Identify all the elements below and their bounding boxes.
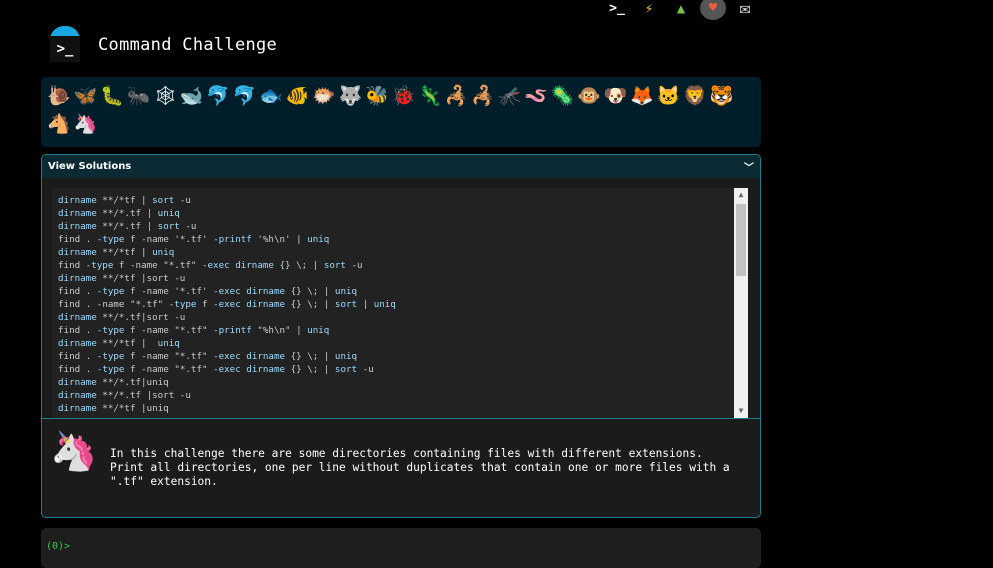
animal-icon[interactable]: 🐱 xyxy=(656,82,683,110)
solutions-panel: View Solutions ﹀ dirname **/*tf | sort -… xyxy=(41,154,761,518)
animal-icon[interactable]: 🦟 xyxy=(497,82,524,110)
animal-icon[interactable]: 🦊 xyxy=(629,82,656,110)
animal-icon[interactable]: 🦄 xyxy=(73,110,100,138)
solution-line: find . -name "*.tf" -type f -exec dirnam… xyxy=(58,299,396,310)
animal-icon[interactable]: 🦂 xyxy=(470,82,497,110)
solution-line: find . -type f -name "*.tf" -printf "%h\… xyxy=(58,325,330,336)
solutions-header[interactable]: View Solutions ﹀ xyxy=(42,155,760,178)
animal-icon[interactable]: 🐯 xyxy=(709,82,736,110)
animal-icon[interactable]: 🪱 xyxy=(523,82,550,110)
animal-icon[interactable]: 🐝 xyxy=(364,82,391,110)
animal-icon[interactable]: 🦁 xyxy=(682,82,709,110)
scrollbar[interactable]: ▲ ▼ xyxy=(734,188,748,418)
challenge-box: 🦄 In this challenge there are some direc… xyxy=(42,418,760,517)
animal-icon[interactable]: 🦂 xyxy=(444,82,471,110)
solution-line: dirname **/*.tf |sort -u xyxy=(58,390,191,401)
solution-line: dirname **/*.tf|uniq xyxy=(58,377,169,388)
solutions-code: dirname **/*tf | sort -u dirname **/*.tf … xyxy=(52,188,748,418)
animal-icon[interactable]: 🦠 xyxy=(550,82,577,110)
animal-icon[interactable]: 🐺 xyxy=(338,82,365,110)
solution-line: find . -type f -name "*.tf" -exec dirnam… xyxy=(58,351,358,362)
solution-line: dirname **/*tf | uniq xyxy=(58,247,175,258)
animal-icon[interactable]: 🐛 xyxy=(99,82,126,110)
solution-line: find -type f -name "*.tf" -exec dirname … xyxy=(58,260,363,271)
top-icon-bar: >_ ⚡ ▲ ♥ ✉ xyxy=(604,0,758,20)
animal-icon[interactable]: 🐬 xyxy=(232,82,259,110)
animal-icon[interactable]: 🐋 xyxy=(179,82,206,110)
animal-icon[interactable]: 🦎 xyxy=(417,82,444,110)
solution-line: dirname **/*tf | sort -u xyxy=(58,195,191,206)
animal-icon[interactable]: 🐬 xyxy=(205,82,232,110)
solutions-code-box[interactable]: dirname **/*tf | sort -u dirname **/*.tf … xyxy=(52,188,748,418)
terminal-icon[interactable]: >_ xyxy=(604,0,630,18)
lightning-icon[interactable]: ⚡ xyxy=(636,0,662,18)
solution-line: dirname **/*tf |uniq xyxy=(58,403,169,414)
mail-icon[interactable]: ✉ xyxy=(732,0,758,18)
scrollbar-thumb[interactable] xyxy=(736,204,746,276)
animal-icon[interactable]: 🐵 xyxy=(576,82,603,110)
scroll-up-icon[interactable]: ▲ xyxy=(734,188,748,202)
tree-icon[interactable]: ▲ xyxy=(668,0,694,18)
animal-icon[interactable]: 🐌 xyxy=(46,82,73,110)
animal-icon[interactable]: 🐡 xyxy=(311,82,338,110)
solution-line: find . -type f -name '*.tf' -printf '%h\… xyxy=(58,234,330,245)
logo-glyph: >_ xyxy=(50,36,80,62)
chevron-down-icon[interactable]: ﹀ xyxy=(744,159,754,174)
animal-icon[interactable]: 🕸 xyxy=(152,82,179,110)
terminal-input[interactable]: (0)> xyxy=(41,528,761,568)
solution-line: dirname **/*.tf | sort -u xyxy=(58,221,197,232)
page-title: Command Challenge xyxy=(98,35,278,55)
solution-line: find . -type f -name "*.tf" -exec dirnam… xyxy=(58,364,374,375)
challenge-description: In this challenge there are some directo… xyxy=(110,447,730,488)
solution-line: dirname **/*.tf | uniq xyxy=(58,208,180,219)
terminal-prompt: (0)> xyxy=(46,541,71,552)
animal-icon[interactable]: 🐟 xyxy=(258,82,285,110)
terminal-logo-icon[interactable]: >_ xyxy=(46,26,82,64)
animal-icon[interactable]: 🐠 xyxy=(285,82,312,110)
scroll-down-icon[interactable]: ▼ xyxy=(734,404,748,418)
animal-icon[interactable]: 🐜 xyxy=(126,82,153,110)
animal-icon[interactable]: 🐶 xyxy=(603,82,630,110)
animal-icon[interactable]: 🐞 xyxy=(391,82,418,110)
solutions-header-label: View Solutions xyxy=(48,161,132,172)
solution-line: dirname **/*tf | uniq xyxy=(58,338,180,349)
animal-icon[interactable]: 🐴 xyxy=(46,110,73,138)
solution-line: dirname **/*.tf|sort -u xyxy=(58,312,186,323)
unicorn-icon: 🦄 xyxy=(50,429,98,473)
page-header: >_ Command Challenge xyxy=(46,26,277,64)
solution-line: dirname **/*tf |sort -u xyxy=(58,273,186,284)
heart-icon[interactable]: ♥ xyxy=(700,0,726,20)
solution-line: find . -type f -name '*.tf' -exec dirnam… xyxy=(58,286,358,297)
challenge-progress-bar: 🐌 🦋 🐛 🐜 🕸 🐋 🐬 🐬 🐟 🐠 🐡 🐺 🐝 🐞 🦎 🦂 🦂 🦟 🪱 🦠 🐵 🐶 🦊 🐱 🦁 🐯 🐴 🦄 xyxy=(41,77,761,147)
animal-icon[interactable]: 🦋 xyxy=(73,82,100,110)
